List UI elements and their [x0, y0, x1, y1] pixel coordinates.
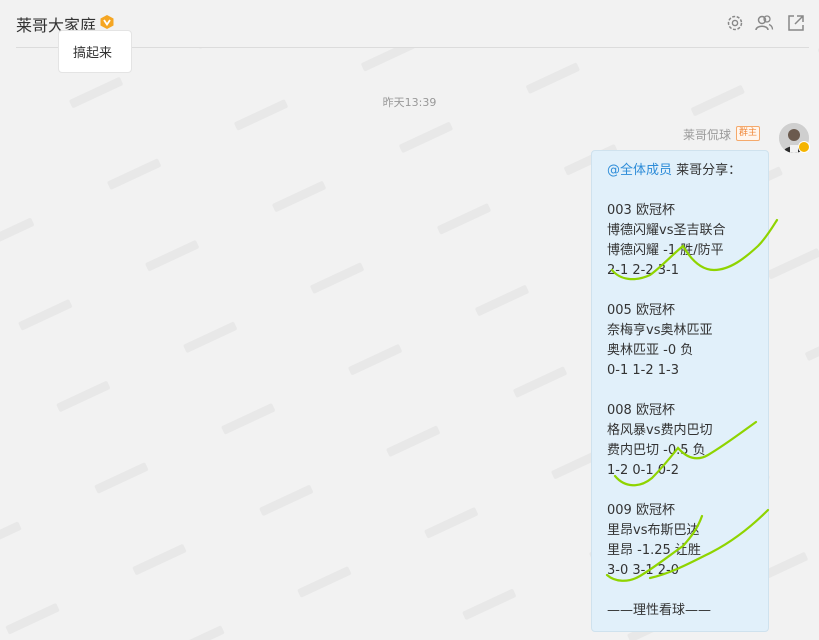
- message-line: 0-1 1-2 1-3: [607, 363, 679, 378]
- message-line: 里昂vs布斯巴达: [607, 523, 700, 538]
- message-line: 003 欧冠杯: [607, 203, 675, 218]
- mention-all-link[interactable]: @全体成员: [607, 163, 672, 178]
- message-line: 奥林匹亚 -0 负: [607, 343, 694, 358]
- popout-icon[interactable]: [786, 13, 806, 33]
- group-badge-icon: [100, 15, 114, 29]
- message-timestamp: 昨天13:39: [382, 96, 437, 109]
- members-icon[interactable]: [754, 13, 774, 33]
- vip-badge-icon: [798, 141, 810, 153]
- message-line: 费内巴切 -0.5 负: [607, 443, 706, 458]
- owner-role-badge: 群主: [736, 126, 760, 141]
- message-line: 1-2 0-1 0-2: [607, 463, 679, 478]
- previous-message-text: 搞起来: [73, 46, 113, 61]
- settings-icon[interactable]: [725, 13, 745, 33]
- message-line: 005 欧冠杯: [607, 303, 675, 318]
- message-header-line: @全体成员 莱哥分享：: [607, 161, 741, 181]
- message-line: 博德闪耀vs圣吉联合: [607, 223, 726, 238]
- message-line: 008 欧冠杯: [607, 403, 675, 418]
- message-line: 博德闪耀 -1 胜/防平: [607, 243, 724, 258]
- sender-name[interactable]: 莱哥侃球: [683, 126, 731, 143]
- message-intro: 莱哥分享：: [676, 163, 742, 178]
- message-line: ——理性看球——: [607, 603, 712, 618]
- message-line: 2-1 2-2 3-1: [607, 263, 679, 278]
- previous-message-bubble: 搞起来: [58, 30, 132, 73]
- header-divider: [16, 47, 809, 48]
- message-line: 奈梅亨vs奥林匹亚: [607, 323, 713, 338]
- message-line: 里昂 -1.25 让胜: [607, 543, 701, 558]
- message-line: 3-0 3-1 2-0: [607, 563, 679, 578]
- message-line: 009 欧冠杯: [607, 503, 675, 518]
- message-line: 格风暴vs费内巴切: [607, 423, 713, 438]
